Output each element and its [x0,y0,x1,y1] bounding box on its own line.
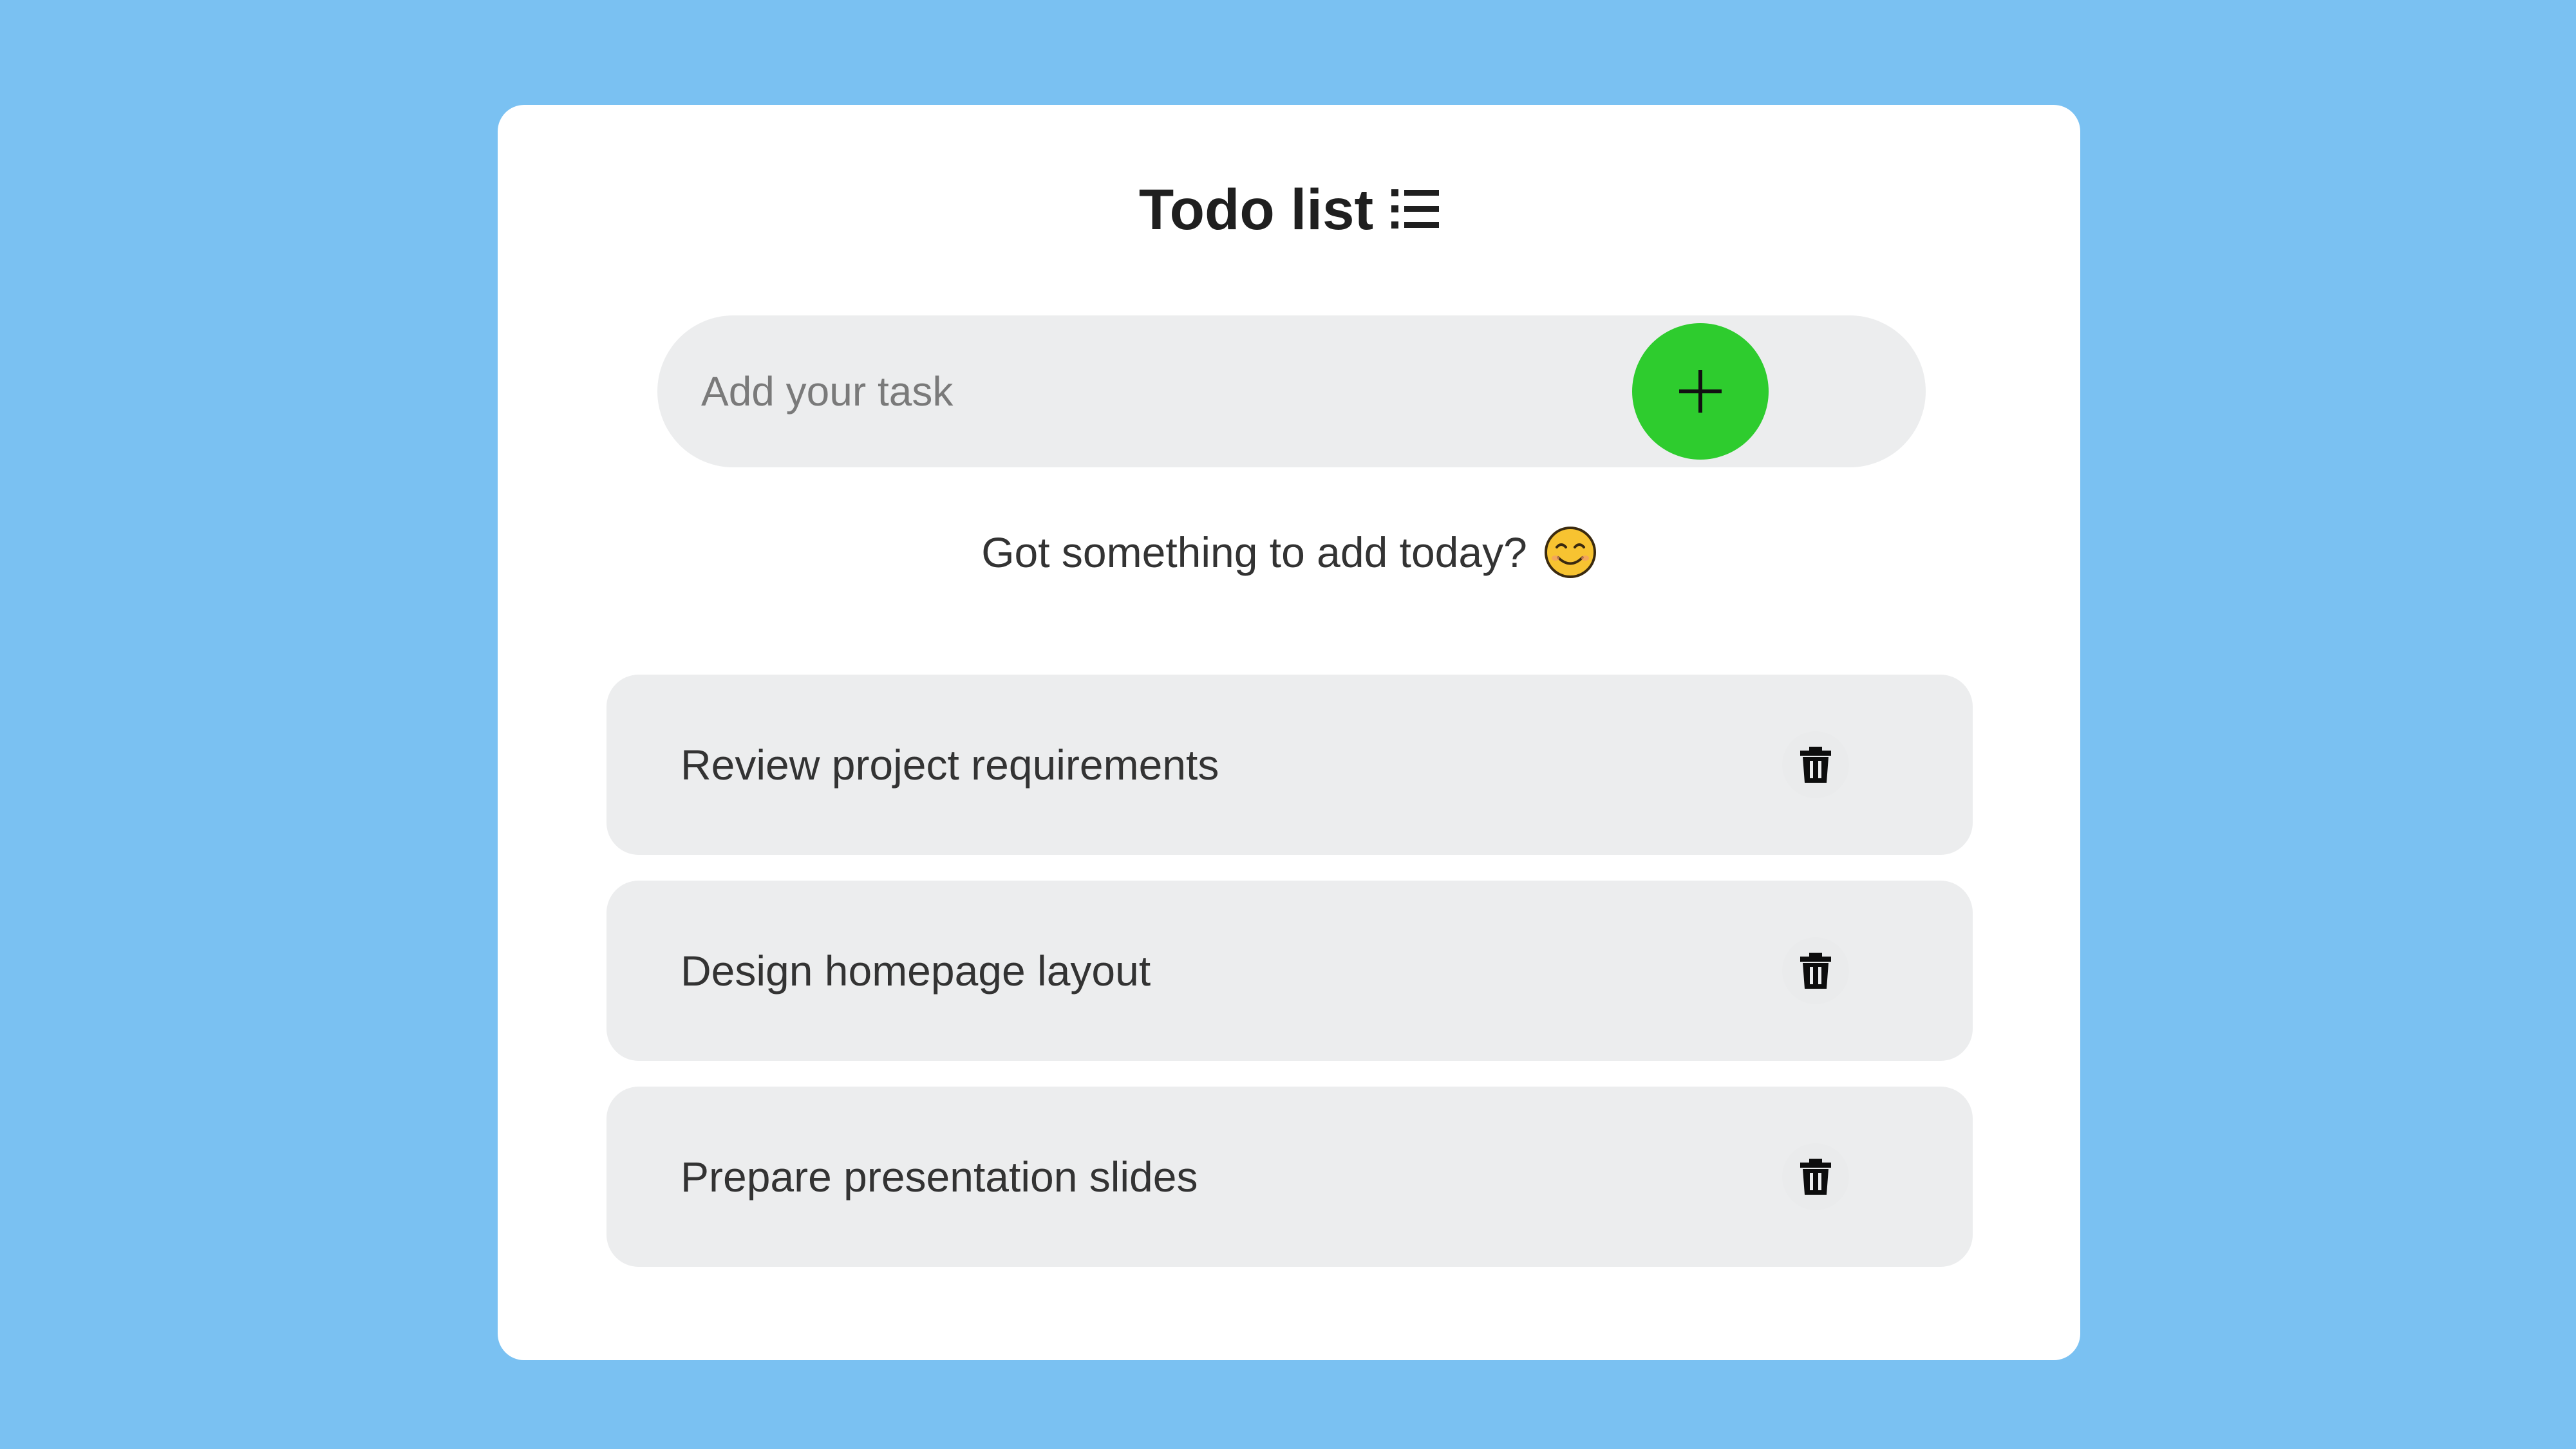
task-label: Design homepage layout [681,947,1151,995]
delete-task-button[interactable] [1782,937,1849,1004]
list-icon [1391,189,1440,229]
page-title: Todo list [1138,176,1374,241]
task-list: Review project requirements Design homep… [606,675,1973,1293]
delete-task-button[interactable] [1782,731,1849,798]
trash-icon [1800,953,1831,989]
task-item[interactable]: Review project requirements [606,675,1973,855]
header: Todo list [498,172,2080,247]
trash-icon [1800,1159,1831,1195]
todo-card: Todo list Got something to add today? [498,105,2080,1360]
plus-icon [1679,370,1722,413]
hint-text: Got something to add today? [981,528,1527,576]
delete-task-button[interactable] [1782,1143,1849,1210]
add-task-button[interactable] [1632,323,1769,460]
task-input[interactable] [701,315,1731,467]
task-item[interactable]: Design homepage layout [606,881,1973,1061]
hint: Got something to add today? [498,520,2080,584]
smiling-face-icon [1544,527,1596,578]
task-label: Review project requirements [681,741,1219,789]
trash-icon [1800,747,1831,783]
task-item[interactable]: Prepare presentation slides [606,1087,1973,1267]
task-label: Prepare presentation slides [681,1153,1198,1201]
